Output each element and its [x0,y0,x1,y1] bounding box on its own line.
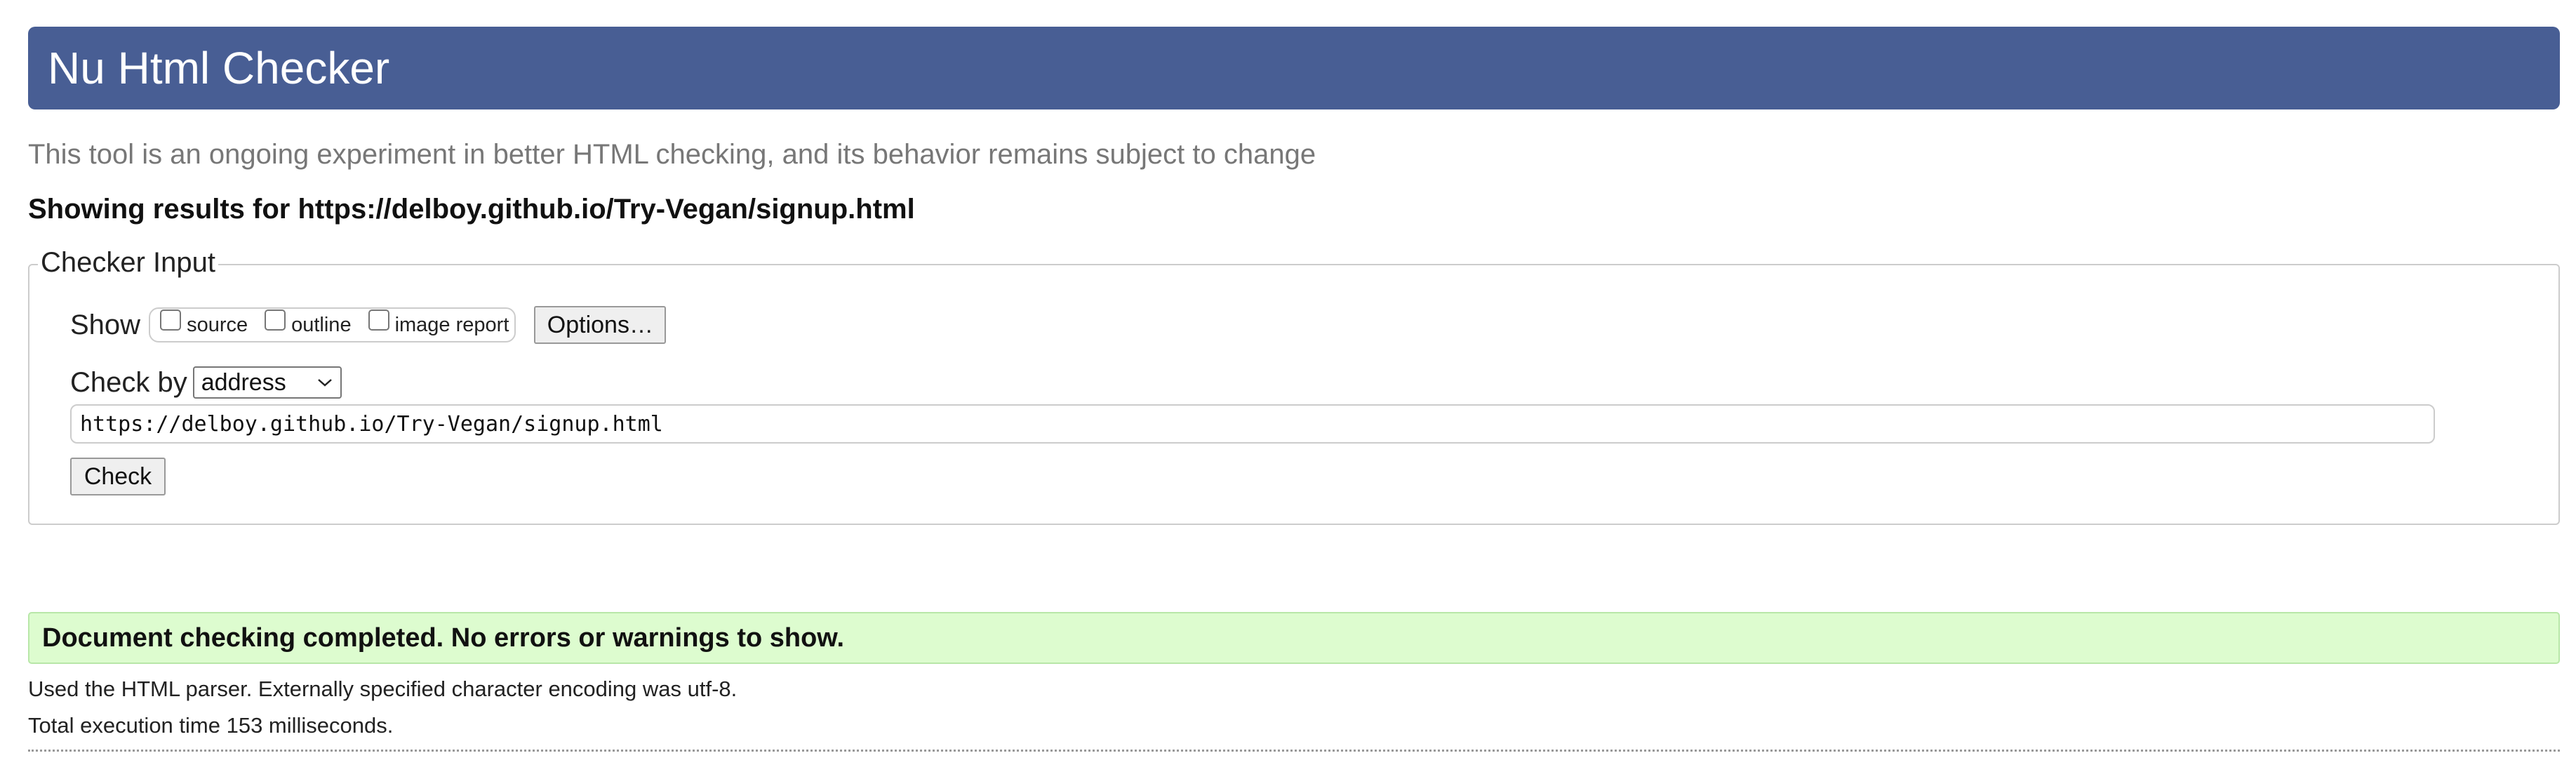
checker-input-legend: Checker Input [38,247,219,279]
outline-checkbox-box[interactable] [265,310,286,331]
check-by-label: Check by [70,366,187,398]
check-by-select[interactable]: address [192,366,342,399]
source-checkbox[interactable]: source [160,310,248,337]
show-options-row: Show source outline image report Options… [70,306,667,344]
outline-checkbox[interactable]: outline [265,310,352,337]
success-message: Document checking completed. No errors o… [28,612,2560,664]
check-button[interactable]: Check [70,458,166,495]
source-checkbox-label: source [187,313,248,336]
image-report-checkbox[interactable]: image report [368,310,509,337]
options-button[interactable]: Options… [534,306,667,344]
check-by-row: Check by address [70,366,342,399]
results-heading: Showing results for https://delboy.githu… [28,194,915,225]
header-banner: Nu Html Checker [28,27,2560,109]
outline-checkbox-label: outline [291,313,352,336]
url-input[interactable]: https://delboy.github.io/Try-Vegan/signu… [70,404,2435,444]
image-report-checkbox-box[interactable] [368,310,389,331]
execution-time: Total execution time 153 milliseconds. [28,713,394,738]
source-checkbox-box[interactable] [160,310,182,331]
parser-info: Used the HTML parser. Externally specifi… [28,677,738,701]
show-options-group: source outline image report [149,307,516,342]
check-by-selected-value: address [201,368,286,396]
divider [28,750,2560,752]
page-title: Nu Html Checker [48,43,390,93]
chevron-down-icon [316,377,333,388]
show-label: Show [70,309,141,340]
checker-input-fieldset [28,264,2560,525]
image-report-checkbox-label: image report [394,313,509,336]
tagline: This tool is an ongoing experiment in be… [28,139,1316,170]
